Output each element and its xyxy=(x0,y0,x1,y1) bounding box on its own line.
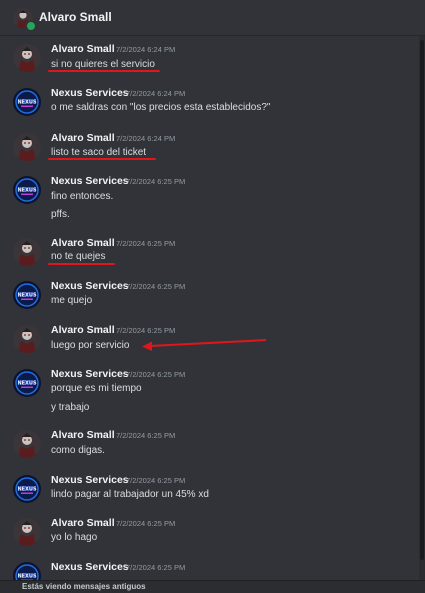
message-author[interactable]: Nexus Services xyxy=(51,175,129,187)
message: NEXUS Nexus Services 7/2/2024 6:25 PM fi… xyxy=(0,172,419,228)
message-author[interactable]: Alvaro Small xyxy=(51,517,115,529)
message-author[interactable]: Alvaro Small xyxy=(51,429,115,441)
message-text: luego por servicio xyxy=(51,340,130,351)
svg-text:NEXUS: NEXUS xyxy=(17,99,37,105)
nexus-logo-icon[interactable]: NEXUS xyxy=(13,475,41,503)
message-text: yo lo hago xyxy=(51,532,98,543)
svg-text:NEXUS: NEXUS xyxy=(17,292,37,298)
scrollbar-thumb[interactable] xyxy=(420,40,424,560)
message-text: porque es mi tiempo xyxy=(51,383,142,394)
message-author[interactable]: Nexus Services xyxy=(51,561,129,573)
message: Alvaro Small 7/2/2024 6:25 PM como digas… xyxy=(0,426,419,466)
message: Alvaro Small 7/2/2024 6:24 PM listo te s… xyxy=(0,129,419,169)
nexus-logo-icon[interactable]: NEXUS xyxy=(13,88,41,116)
dm-header: Alvaro Small xyxy=(0,0,425,36)
message-timestamp: 7/2/2024 6:25 PM xyxy=(116,326,176,335)
message-author[interactable]: Nexus Services xyxy=(51,368,129,380)
message-author[interactable]: Alvaro Small xyxy=(51,43,115,55)
message: NEXUS Nexus Services 7/2/2024 6:25 PM me… xyxy=(0,277,419,317)
message-author[interactable]: Nexus Services xyxy=(51,280,129,292)
message-text: y trabajo xyxy=(51,402,90,413)
message-timestamp: 7/2/2024 6:25 PM xyxy=(116,431,176,440)
message: Alvaro Small 7/2/2024 6:24 PM si no quie… xyxy=(0,40,419,80)
alvaro-avatar-icon[interactable] xyxy=(13,518,41,546)
online-status-icon xyxy=(25,20,37,32)
message-text: pffs. xyxy=(51,209,70,220)
old-messages-bar[interactable]: Estás viendo mensajes antiguos xyxy=(0,580,425,593)
message-text: o me saldras con "los precios esta estab… xyxy=(51,102,271,113)
message-timestamp: 7/2/2024 6:25 PM xyxy=(126,370,186,379)
message-timestamp: 7/2/2024 6:24 PM xyxy=(116,45,176,54)
message-text: listo te saco del ticket xyxy=(51,147,147,158)
alvaro-avatar-icon[interactable] xyxy=(13,325,41,353)
alvaro-avatar-icon[interactable] xyxy=(13,430,41,458)
red-underline-annotation xyxy=(48,70,160,72)
svg-text:NEXUS: NEXUS xyxy=(17,187,37,193)
message-author[interactable]: Alvaro Small xyxy=(51,324,115,336)
message-timestamp: 7/2/2024 6:25 PM xyxy=(126,177,186,186)
message-timestamp: 7/2/2024 6:25 PM xyxy=(126,476,186,485)
old-messages-text: Estás viendo mensajes antiguos xyxy=(22,582,146,591)
message-timestamp: 7/2/2024 6:25 PM xyxy=(126,563,186,572)
message-text: me quejo xyxy=(51,295,93,306)
message-timestamp: 7/2/2024 6:24 PM xyxy=(126,89,186,98)
message-text: no te quejes xyxy=(51,251,106,262)
header-username: Alvaro Small xyxy=(39,10,112,24)
alvaro-avatar-icon[interactable] xyxy=(13,133,41,161)
message-timestamp: 7/2/2024 6:25 PM xyxy=(126,282,186,291)
message-text: fino entonces. xyxy=(51,191,114,202)
message: NEXUS Nexus Services 7/2/2024 6:24 PM o … xyxy=(0,84,419,124)
message: NEXUS Nexus Services 7/2/2024 6:25 PM li… xyxy=(0,471,419,511)
message: NEXUS Nexus Services 7/2/2024 6:25 PM po… xyxy=(0,365,419,421)
message-timestamp: 7/2/2024 6:25 PM xyxy=(116,519,176,528)
svg-text:NEXUS: NEXUS xyxy=(17,573,37,579)
message-author[interactable]: Alvaro Small xyxy=(51,237,115,249)
message-author[interactable]: Alvaro Small xyxy=(51,132,115,144)
message-timestamp: 7/2/2024 6:25 PM xyxy=(116,239,176,248)
alvaro-avatar-icon[interactable] xyxy=(13,238,41,266)
svg-text:NEXUS: NEXUS xyxy=(17,486,37,492)
message-text: como digas. xyxy=(51,445,105,456)
message-author[interactable]: Nexus Services xyxy=(51,87,129,99)
nexus-logo-icon[interactable]: NEXUS xyxy=(13,562,41,580)
nexus-logo-icon[interactable]: NEXUS xyxy=(13,369,41,397)
nexus-logo-icon[interactable]: NEXUS xyxy=(13,281,41,309)
nexus-logo-icon[interactable]: NEXUS xyxy=(13,176,41,204)
message-text: si no quieres el servicio xyxy=(51,59,155,70)
message-author[interactable]: Nexus Services xyxy=(51,474,129,486)
svg-text:NEXUS: NEXUS xyxy=(17,380,37,386)
message-timestamp: 7/2/2024 6:24 PM xyxy=(116,134,176,143)
message-text: lindo pagar al trabajador un 45% xd xyxy=(51,489,209,500)
alvaro-avatar-icon[interactable] xyxy=(13,44,41,72)
message: Alvaro Small 7/2/2024 6:25 PM no te quej… xyxy=(0,234,419,274)
red-underline-annotation xyxy=(48,263,115,265)
message: Alvaro Small 7/2/2024 6:25 PM yo lo hago xyxy=(0,514,419,554)
red-arrow-annotation xyxy=(142,339,267,351)
message: NEXUS Nexus Services 7/2/2024 6:25 PM xyxy=(0,558,419,580)
red-underline-annotation xyxy=(48,158,156,160)
